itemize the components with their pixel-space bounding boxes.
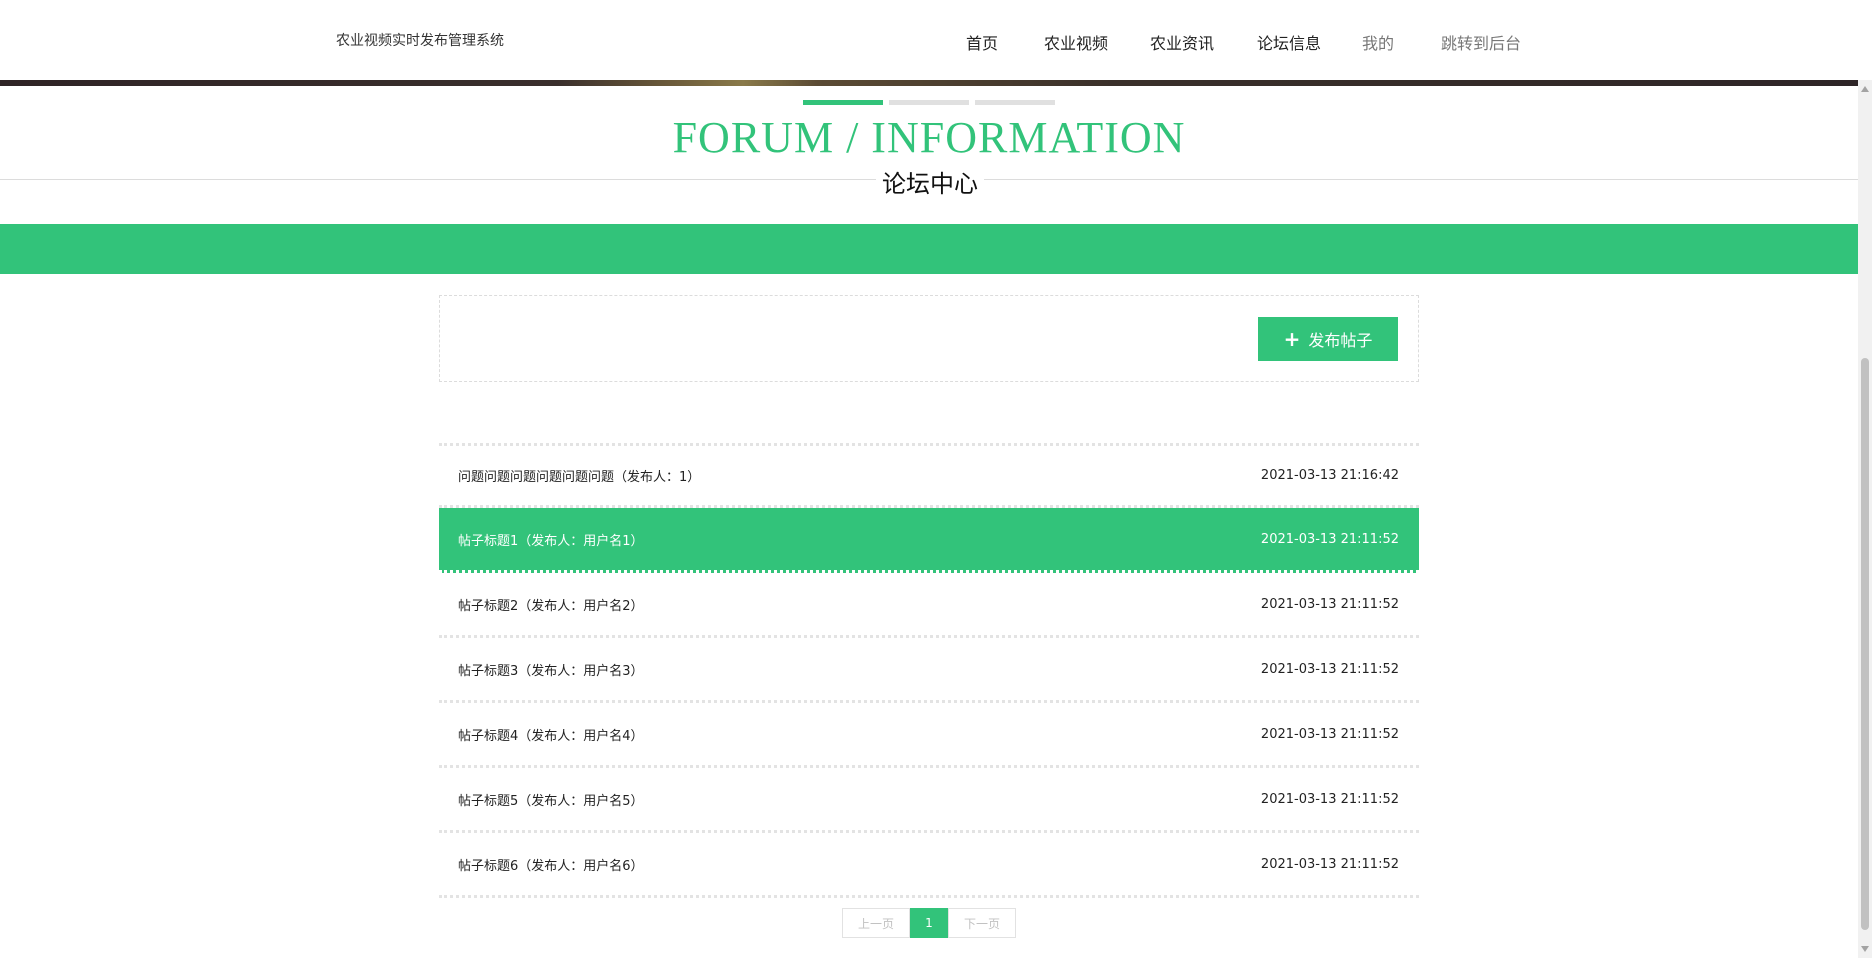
vertical-scrollbar[interactable] (1858, 80, 1872, 958)
post-list: 问题问题问题问题问题问题（发布人：1） 2021-03-13 21:16:42 … (439, 443, 1419, 898)
next-page-button[interactable]: 下一页 (948, 908, 1016, 938)
slider-indicator-3[interactable] (975, 100, 1055, 105)
nav-item-backend[interactable]: 跳转到后台 (1441, 30, 1521, 54)
scroll-thumb[interactable] (1861, 358, 1869, 930)
page-number-button[interactable]: 1 (910, 908, 948, 938)
post-title: 帖子标题1（发布人：用户名1） (458, 533, 644, 549)
post-row[interactable]: 帖子标题5（发布人：用户名5） 2021-03-13 21:11:52 (439, 768, 1419, 833)
slider-indicators (803, 100, 1055, 105)
nav-item-home[interactable]: 首页 (966, 30, 998, 54)
post-title: 帖子标题2（发布人：用户名2） (458, 598, 644, 614)
post-time: 2021-03-13 21:11:52 (1260, 856, 1399, 872)
section-title-en: FORUM / INFORMATION (672, 113, 1186, 162)
header: 农业视频实时发布管理系统 首页 农业视频 农业资讯 论坛信息 我的 跳转到后台 (0, 0, 1858, 80)
post-row[interactable]: 帖子标题2（发布人：用户名2） 2021-03-13 21:11:52 (439, 573, 1419, 638)
post-title: 帖子标题5（发布人：用户名5） (458, 793, 644, 809)
green-bar (0, 224, 1858, 274)
post-time: 2021-03-13 21:11:52 (1260, 661, 1399, 677)
slider-indicator-2[interactable] (889, 100, 969, 105)
nav-item-forum[interactable]: 论坛信息 (1257, 30, 1321, 54)
slider-indicator-1[interactable] (803, 100, 883, 105)
pagination: 上一页 1 下一页 (842, 908, 1016, 938)
nav-item-news[interactable]: 农业资讯 (1150, 30, 1214, 54)
action-box: + 发布帖子 (439, 295, 1419, 382)
post-row[interactable]: 问题问题问题问题问题问题（发布人：1） 2021-03-13 21:16:42 (439, 443, 1419, 508)
nav-item-videos[interactable]: 农业视频 (1044, 30, 1108, 54)
publish-post-label: 发布帖子 (1308, 331, 1373, 350)
post-title: 问题问题问题问题问题问题（发布人：1） (458, 470, 701, 485)
post-title: 帖子标题4（发布人：用户名4） (458, 728, 644, 744)
post-row[interactable]: 帖子标题4（发布人：用户名4） 2021-03-13 21:11:52 (439, 703, 1419, 768)
post-time: 2021-03-13 21:11:52 (1260, 596, 1399, 612)
post-row[interactable]: 帖子标题3（发布人：用户名3） 2021-03-13 21:11:52 (439, 638, 1419, 703)
post-row[interactable]: 帖子标题1（发布人：用户名1） 2021-03-13 21:11:52 (439, 508, 1419, 573)
scroll-up-icon[interactable] (1861, 86, 1869, 92)
scroll-down-icon[interactable] (1861, 946, 1869, 952)
section-title-cn: 论坛中心 (876, 164, 984, 199)
publish-post-button[interactable]: + 发布帖子 (1258, 317, 1398, 361)
plus-icon: + (1283, 327, 1301, 351)
post-time: 2021-03-13 21:11:52 (1260, 531, 1399, 547)
nav-item-mine[interactable]: 我的 (1362, 30, 1394, 54)
prev-page-button[interactable]: 上一页 (842, 908, 910, 938)
post-time: 2021-03-13 21:11:52 (1260, 726, 1399, 742)
post-time: 2021-03-13 21:16:42 (1260, 468, 1399, 483)
site-title: 农业视频实时发布管理系统 (336, 33, 504, 49)
post-title: 帖子标题3（发布人：用户名3） (458, 663, 644, 679)
post-time: 2021-03-13 21:11:52 (1260, 791, 1399, 807)
post-row[interactable]: 帖子标题6（发布人：用户名6） 2021-03-13 21:11:52 (439, 833, 1419, 898)
post-title: 帖子标题6（发布人：用户名6） (458, 858, 644, 874)
